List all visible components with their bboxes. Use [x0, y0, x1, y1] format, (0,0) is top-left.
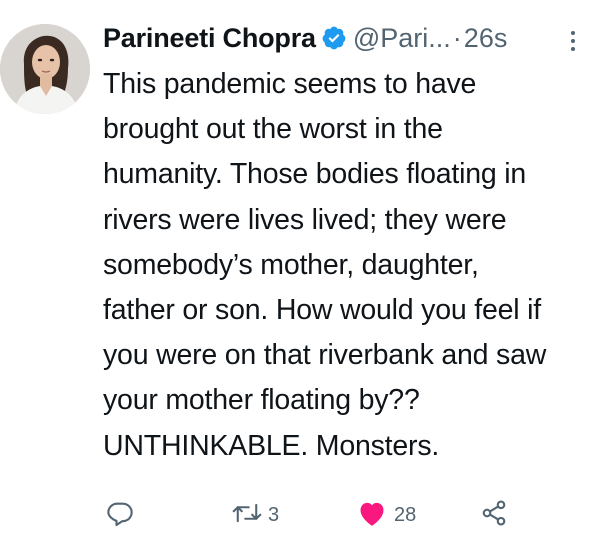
reply-icon: [106, 499, 134, 532]
tweet-text: This pandemic seems to have brought out …: [103, 62, 595, 469]
tweet-text-line: your mother floating by??: [103, 384, 420, 417]
share-button[interactable]: [480, 495, 508, 535]
tweet[interactable]: Parineeti Chopra @Pari... · 26s This pan…: [0, 0, 600, 533]
share-icon: [480, 499, 508, 532]
heart-icon: [356, 499, 388, 532]
avatar-image: [0, 24, 90, 114]
separator-dot: ·: [452, 22, 462, 53]
tweet-text-line: This pandemic seems to have: [103, 68, 477, 100]
display-name[interactable]: Parineeti Chopra: [103, 23, 316, 54]
reply-button[interactable]: [106, 495, 134, 535]
tweet-text-line: humanity. Those bodies floating in: [103, 158, 527, 191]
tweet-text-line: UNTHINKABLE. Monsters.: [103, 429, 440, 462]
tweet-actions: 3 28: [0, 495, 600, 535]
tweet-text-line: you were on that riverbank and saw: [103, 339, 547, 372]
tweet-text-line: somebody’s mother, daughter,: [103, 248, 479, 281]
verified-badge-icon: [321, 25, 347, 51]
tweet-text-line: rivers were lives lived; they were: [103, 203, 507, 236]
retweet-count: 3: [268, 503, 280, 526]
timestamp[interactable]: 26s: [464, 23, 508, 54]
more-options-icon[interactable]: [568, 29, 578, 53]
retweet-button[interactable]: 3: [232, 495, 279, 535]
retweet-icon: [232, 499, 262, 532]
tweet-text-line: brought out the worst in the: [103, 113, 443, 146]
like-count: 28: [394, 503, 417, 526]
tweet-text-line: father or son. How would you feel if: [103, 294, 541, 327]
user-handle[interactable]: @Pari...: [353, 23, 451, 54]
like-button[interactable]: 28: [356, 495, 416, 535]
tweet-header: Parineeti Chopra @Pari... · 26s: [103, 16, 593, 60]
avatar[interactable]: [0, 24, 90, 114]
